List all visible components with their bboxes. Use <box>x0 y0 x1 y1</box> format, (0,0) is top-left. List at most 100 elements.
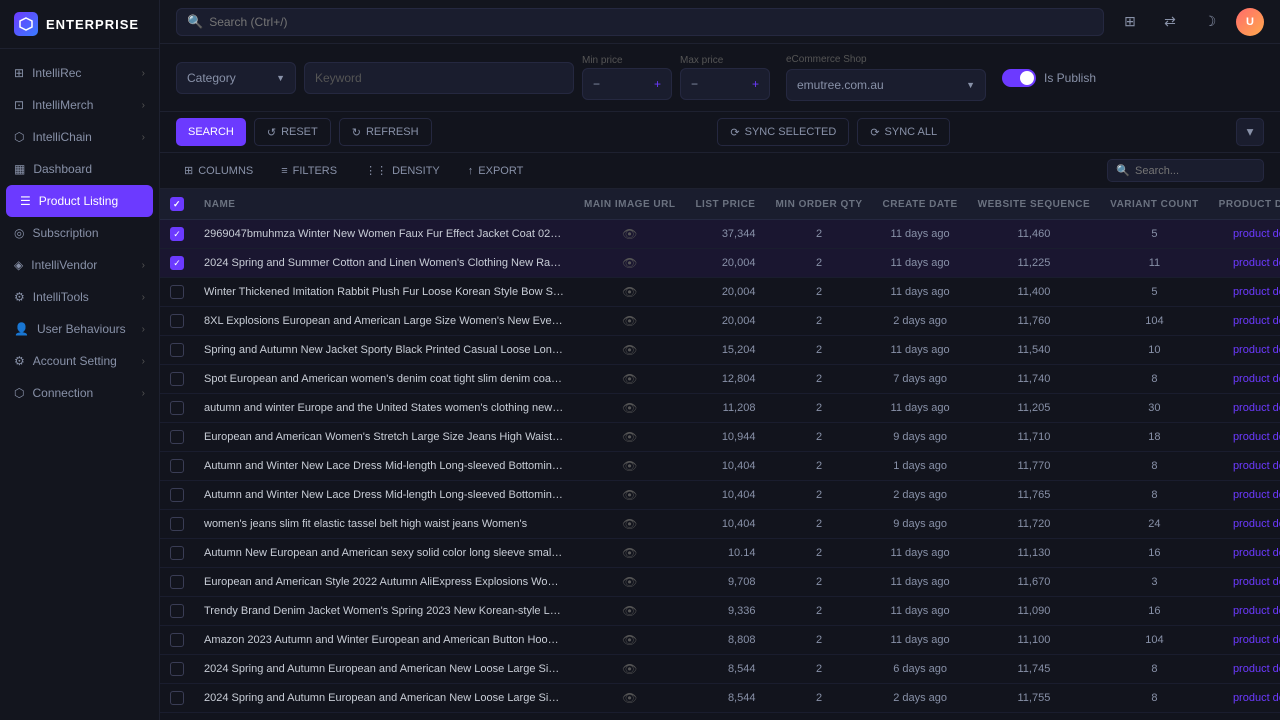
product-detail-link[interactable]: product detail <box>1233 373 1280 385</box>
sidebar-item-intellimerch[interactable]: ⊡ IntelliMerch › <box>0 89 159 121</box>
row-checkbox[interactable] <box>170 401 184 415</box>
row-checkbox[interactable] <box>170 459 184 473</box>
sidebar-item-subscription[interactable]: ◎ Subscription <box>0 217 159 249</box>
product-detail-link[interactable]: product detail <box>1233 344 1280 356</box>
sidebar-item-account-setting[interactable]: ⚙ Account Setting › <box>0 345 159 377</box>
select-all-checkbox[interactable]: ✓ <box>170 197 184 211</box>
product-detail-link[interactable]: product detail <box>1233 431 1280 443</box>
reset-button[interactable]: ↺ RESET <box>254 118 331 146</box>
refresh-button[interactable]: ↻ REFRESH <box>339 118 432 146</box>
row-checkbox[interactable] <box>170 430 184 444</box>
sidebar-item-connection[interactable]: ⬡ Connection › <box>0 377 159 409</box>
table-row: Spot European and American women's denim… <box>160 365 1280 394</box>
product-detail-link[interactable]: product detail <box>1233 460 1280 472</box>
chevron-icon: › <box>142 132 145 143</box>
product-detail-link[interactable]: product detail <box>1233 228 1280 240</box>
row-checkbox[interactable] <box>170 691 184 705</box>
sidebar-item-intellirec[interactable]: ⊞ IntelliRec › <box>0 57 159 89</box>
row-checkbox[interactable]: ✓ <box>170 256 184 270</box>
eye-icon[interactable]: 👁 <box>622 459 637 473</box>
row-checkbox[interactable] <box>170 662 184 676</box>
table-search[interactable]: 🔍 <box>1107 159 1264 182</box>
table-search-input[interactable] <box>1135 165 1255 177</box>
product-detail-link[interactable]: product detail <box>1233 257 1280 269</box>
product-detail-link[interactable]: product detail <box>1233 286 1280 298</box>
eye-icon[interactable]: 👁 <box>622 372 637 386</box>
moon-icon[interactable]: ☽ <box>1196 8 1224 36</box>
sidebar-item-product-listing[interactable]: ☰ Product Listing <box>6 185 153 217</box>
product-detail-link[interactable]: product detail <box>1233 402 1280 414</box>
row-min-order-qty: 2 <box>765 510 872 539</box>
row-checkbox[interactable] <box>170 604 184 618</box>
row-checkbox-cell <box>160 626 194 655</box>
eye-icon[interactable]: 👁 <box>622 604 637 618</box>
main-area: 🔍 ⊞ ⇄ ☽ U Category ▼ Keyword Min price −… <box>160 0 1280 720</box>
search-input[interactable] <box>209 15 1093 29</box>
density-button[interactable]: ⋮⋮ DENSITY <box>357 160 448 181</box>
category-select[interactable]: Category ▼ <box>176 62 296 94</box>
row-checkbox[interactable] <box>170 517 184 531</box>
row-checkbox[interactable] <box>170 546 184 560</box>
sidebar-item-dashboard[interactable]: ▦ Dashboard <box>0 153 159 185</box>
sync-selected-button[interactable]: ⟳ SYNC SELECTED <box>717 118 849 146</box>
row-variant-count: 104 <box>1100 307 1209 336</box>
ecommerce-shop-select[interactable]: emutree.com.au ▼ <box>786 69 986 101</box>
grid-icon[interactable]: ⊞ <box>1116 8 1144 36</box>
filters-button[interactable]: ≡ FILTERS <box>273 161 345 181</box>
product-detail-link[interactable]: product detail <box>1233 663 1280 675</box>
eye-icon[interactable]: 👁 <box>622 343 637 357</box>
expand-button[interactable]: ▾ <box>1236 118 1264 146</box>
product-detail-link[interactable]: product detail <box>1233 518 1280 530</box>
product-detail-link[interactable]: product detail <box>1233 692 1280 704</box>
row-checkbox[interactable] <box>170 285 184 299</box>
keyword-input[interactable]: Keyword <box>304 62 574 94</box>
eye-icon[interactable]: 👁 <box>622 517 637 531</box>
product-detail-link[interactable]: product detail <box>1233 576 1280 588</box>
eye-icon[interactable]: 👁 <box>622 546 637 560</box>
export-button[interactable]: ↑ EXPORT <box>460 161 532 181</box>
eye-icon[interactable]: 👁 <box>622 256 637 270</box>
row-checkbox[interactable] <box>170 633 184 647</box>
product-detail-link[interactable]: product detail <box>1233 489 1280 501</box>
columns-button[interactable]: ⊞ COLUMNS <box>176 160 261 181</box>
eye-icon[interactable]: 👁 <box>622 662 637 676</box>
row-create-date: 11 days ago <box>873 597 968 626</box>
eye-icon[interactable]: 👁 <box>622 633 637 647</box>
eye-icon[interactable]: 👁 <box>622 691 637 705</box>
sidebar-item-user-behaviours[interactable]: 👤 User Behaviours › <box>0 313 159 345</box>
row-name: Autumn New European and American sexy so… <box>194 539 574 568</box>
min-price-input[interactable]: − + <box>582 68 672 100</box>
sync-all-button[interactable]: ⟳ SYNC ALL <box>857 118 950 146</box>
eye-icon[interactable]: 👁 <box>622 401 637 415</box>
row-checkbox[interactable] <box>170 372 184 386</box>
eye-icon[interactable]: 👁 <box>622 430 637 444</box>
avatar[interactable]: U <box>1236 8 1264 36</box>
is-publish-toggle[interactable] <box>1002 69 1036 87</box>
eye-icon[interactable]: 👁 <box>622 285 637 299</box>
sidebar-item-intellichain[interactable]: ⬡ IntelliChain › <box>0 121 159 153</box>
row-min-order-qty: 2 <box>765 539 872 568</box>
row-checkbox[interactable] <box>170 314 184 328</box>
eye-icon[interactable]: 👁 <box>622 488 637 502</box>
row-image: 👁 <box>574 249 685 278</box>
max-price-input[interactable]: − + <box>680 68 770 100</box>
app-name: ENTERPRISE <box>46 17 139 32</box>
minus-icon: − <box>593 77 600 91</box>
sidebar-item-intellivendor[interactable]: ◈ IntelliVendor › <box>0 249 159 281</box>
row-checkbox[interactable] <box>170 488 184 502</box>
eye-icon[interactable]: 👁 <box>622 227 637 241</box>
eye-icon[interactable]: 👁 <box>622 575 637 589</box>
row-website-sequence: 11,745 <box>968 655 1100 684</box>
row-checkbox[interactable] <box>170 343 184 357</box>
product-detail-link[interactable]: product detail <box>1233 605 1280 617</box>
product-detail-link[interactable]: product detail <box>1233 634 1280 646</box>
row-checkbox[interactable]: ✓ <box>170 227 184 241</box>
eye-icon[interactable]: 👁 <box>622 314 637 328</box>
search-button[interactable]: SEARCH <box>176 118 246 146</box>
translate-icon[interactable]: ⇄ <box>1156 8 1184 36</box>
product-detail-link[interactable]: product detail <box>1233 547 1280 559</box>
global-search[interactable]: 🔍 <box>176 8 1104 36</box>
row-checkbox[interactable] <box>170 575 184 589</box>
product-detail-link[interactable]: product detail <box>1233 315 1280 327</box>
sidebar-item-intellitools[interactable]: ⚙ IntelliTools › <box>0 281 159 313</box>
